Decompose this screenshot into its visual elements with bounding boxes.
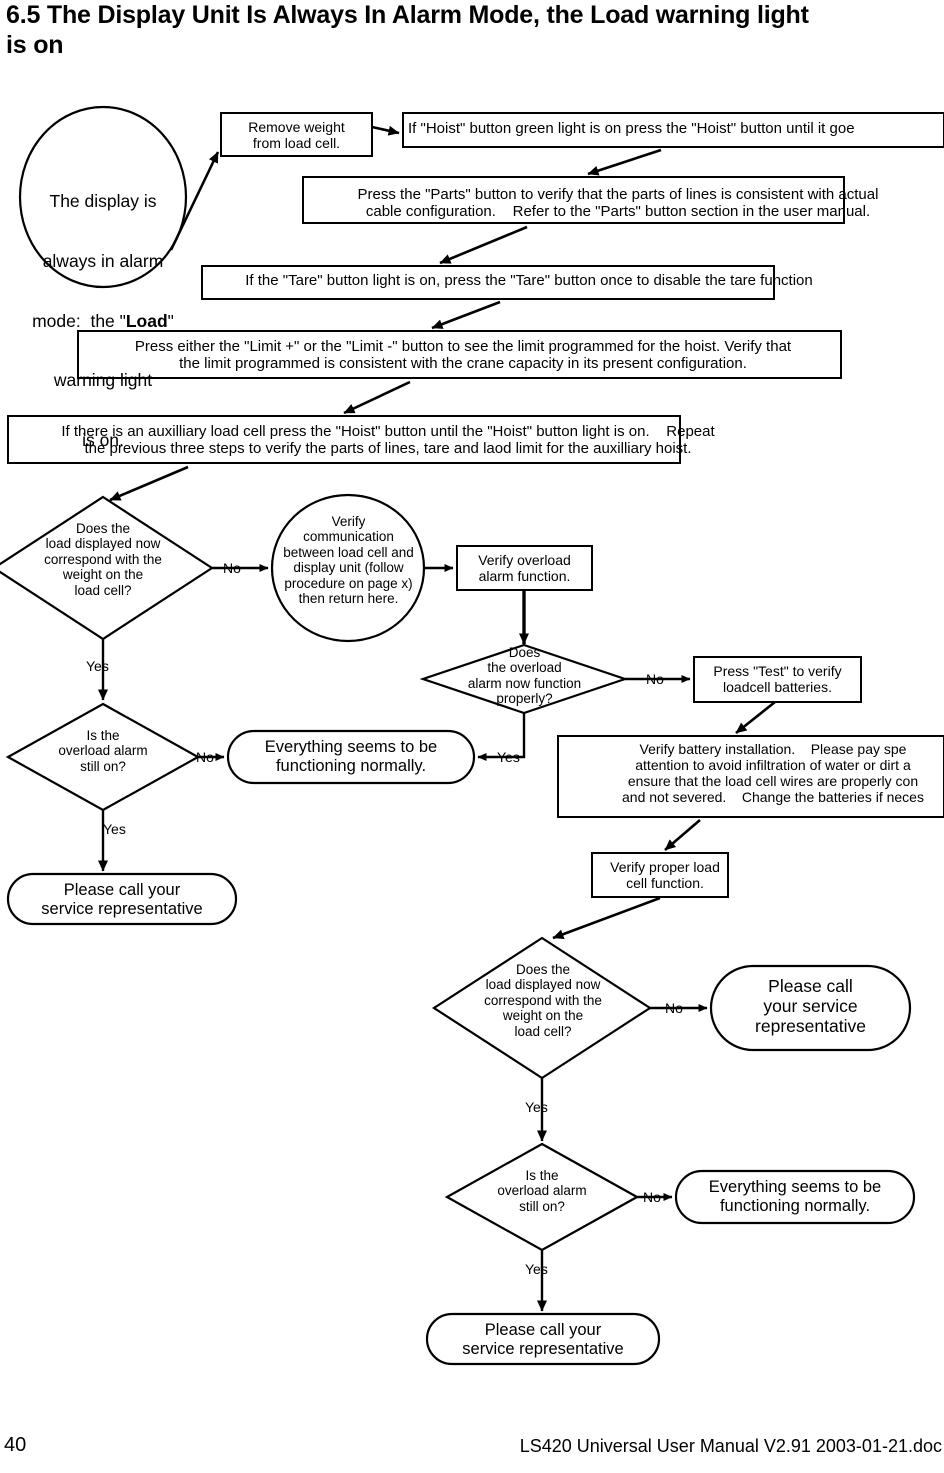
- edge-label-no-2: No: [196, 749, 214, 765]
- verify-communication-label: Verify communication between load cell a…: [283, 514, 414, 606]
- verify-overload-alarm-label: Verify overload alarm function.: [478, 552, 571, 584]
- remove-weight-label: Remove weight from load cell.: [248, 119, 345, 151]
- verify-battery-label: Verify battery installation. Please pay …: [622, 741, 924, 805]
- call-service-bottom-label: Please call your service representative: [462, 1321, 624, 1358]
- decision-overload-still-on-bottom-label: Is the overload alarm still on?: [497, 1168, 587, 1214]
- verify-load-cell-label: Verify proper load cell function.: [610, 859, 720, 891]
- edge-label-yes-1: Yes: [86, 658, 109, 674]
- edge-label-yes-4: Yes: [525, 1099, 548, 1115]
- decision-load-match-bottom-label: Does the load displayed now correspond w…: [484, 962, 602, 1039]
- parts-button-label: Press the "Parts" button to verify that …: [357, 186, 879, 221]
- edge-label-no-1: No: [223, 560, 241, 576]
- edge-label-yes-2: Yes: [103, 821, 126, 837]
- tare-button-label: If the "Tare" button light is on, press …: [245, 272, 813, 289]
- edge-label-no-3: No: [646, 671, 664, 687]
- page-footer: 40 LS420 Universal User Manual V2.91 200…: [0, 1434, 944, 1464]
- press-test-label: Press "Test" to verify loadcell batterie…: [713, 663, 842, 695]
- document-reference: LS420 Universal User Manual V2.91 2003-0…: [519, 1436, 942, 1456]
- hoist-button-label: If "Hoist" button green light is on pres…: [408, 120, 855, 137]
- call-service-right-label: Please call your service representative: [755, 976, 866, 1036]
- limit-button-label: Press either the "Limit +" or the "Limit…: [134, 338, 792, 373]
- ok-middle-label: Everything seems to be functioning norma…: [264, 738, 438, 775]
- edge-label-no-4: No: [665, 1000, 683, 1016]
- page-number: 40: [4, 1434, 27, 1456]
- decision-load-match-top-label: Does the load displayed now correspond w…: [44, 521, 162, 598]
- ok-bottom-label: Everything seems to be functioning norma…: [708, 1178, 882, 1215]
- decision-overload-still-on-top-label: Is the overload alarm still on?: [58, 728, 148, 774]
- call-service-left-label: Please call your service representative: [41, 881, 203, 918]
- edge-label-no-5: No: [643, 1189, 661, 1205]
- auxilliary-hoist-label: If there is an auxilliary load cell pres…: [61, 423, 715, 458]
- edge-label-yes-3: Yes: [497, 749, 520, 765]
- edge-label-yes-5: Yes: [525, 1261, 548, 1277]
- decision-overload-functions-label: Does the overload alarm now function pro…: [467, 645, 582, 707]
